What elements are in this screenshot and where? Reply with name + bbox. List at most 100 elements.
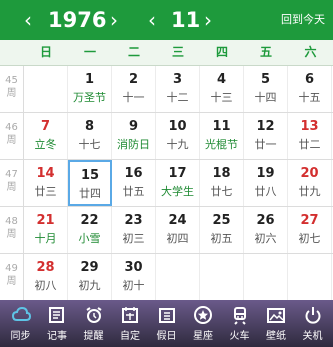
lunar-label: 廿九 bbox=[298, 185, 321, 198]
holiday-button[interactable]: 假日 bbox=[150, 300, 183, 347]
day-cell[interactable]: 2 十一 bbox=[112, 66, 156, 112]
week-row: 47 周 14 廿三 15 廿四 16 廿五 17 大学生 18 廿七 19 廿八 20 廿九 bbox=[0, 160, 333, 207]
day-number: 20 bbox=[300, 166, 319, 181]
day-cell[interactable]: 23 初三 bbox=[112, 207, 156, 253]
day-cell[interactable]: 7 立冬 bbox=[24, 113, 68, 159]
day-number: 4 bbox=[216, 72, 227, 87]
day-cell[interactable]: 21 十月 bbox=[24, 207, 68, 253]
lunar-label: 初十 bbox=[122, 279, 145, 292]
day-cell[interactable]: 10 十九 bbox=[156, 113, 200, 159]
weekday-header: 日 一 二 三 四 五 六 bbox=[0, 40, 333, 66]
day-number: 7 bbox=[40, 119, 51, 134]
lunar-label: 十一 bbox=[122, 91, 145, 104]
week-number: 46 周 bbox=[0, 113, 24, 159]
day-number: 22 bbox=[80, 213, 99, 228]
lunar-label: 光棍节 bbox=[205, 138, 238, 151]
shutdown-button[interactable]: 关机 bbox=[296, 300, 329, 347]
empty-cell bbox=[244, 254, 288, 300]
weekday-sun: 日 bbox=[39, 45, 52, 59]
day-number: 18 bbox=[212, 166, 231, 181]
wallpaper-button[interactable]: 壁纸 bbox=[260, 300, 293, 347]
week-row: 48 周 21 十月 22 小雪 23 初三 24 初四 25 初五 26 初六 27 初七 bbox=[0, 207, 333, 254]
bottom-toolbar: 同步 记事 提醒 自定 假日 星座 火车 壁纸 关机 bbox=[0, 300, 333, 347]
lunar-label: 消防日 bbox=[117, 138, 150, 151]
empty-cell bbox=[24, 66, 68, 112]
day-number: 1 bbox=[84, 72, 95, 87]
sync-button[interactable]: 同步 bbox=[4, 300, 37, 347]
day-cell[interactable]: 25 初五 bbox=[200, 207, 244, 253]
day-cell[interactable]: 8 十七 bbox=[68, 113, 112, 159]
day-number: 23 bbox=[124, 213, 143, 228]
day-number: 2 bbox=[128, 72, 139, 87]
day-cell[interactable]: 4 十三 bbox=[200, 66, 244, 112]
day-cell[interactable]: 26 初六 bbox=[244, 207, 288, 253]
reminder-button[interactable]: 提醒 bbox=[77, 300, 110, 347]
day-cell[interactable]: 28 初八 bbox=[24, 254, 68, 300]
note-button[interactable]: 记事 bbox=[41, 300, 74, 347]
prev-month-button[interactable]: ‹ bbox=[142, 0, 162, 40]
day-cell[interactable]: 30 初十 bbox=[112, 254, 156, 300]
day-cell[interactable]: 16 廿五 bbox=[112, 160, 156, 206]
weekday-mon: 一 bbox=[83, 45, 96, 59]
day-cell[interactable]: 1 万圣节 bbox=[68, 66, 112, 112]
day-number: 6 bbox=[304, 72, 315, 87]
day-cell[interactable]: 5 十四 bbox=[244, 66, 288, 112]
lunar-label: 十三 bbox=[210, 91, 233, 104]
day-cell[interactable]: 17 大学生 bbox=[156, 160, 200, 206]
day-cell[interactable]: 14 廿三 bbox=[24, 160, 68, 206]
train-button[interactable]: 火车 bbox=[223, 300, 256, 347]
day-cell[interactable]: 29 初九 bbox=[68, 254, 112, 300]
day-number: 5 bbox=[260, 72, 271, 87]
lunar-label: 廿三 bbox=[34, 185, 57, 198]
day-cell[interactable]: 15 廿四 bbox=[68, 160, 112, 206]
day-cell[interactable]: 11 光棍节 bbox=[200, 113, 244, 159]
train-label: 火车 bbox=[229, 331, 250, 342]
day-cell[interactable]: 6 十五 bbox=[288, 66, 332, 112]
day-number: 9 bbox=[128, 119, 139, 134]
lunar-label: 小雪 bbox=[78, 232, 101, 245]
day-number: 15 bbox=[80, 168, 100, 183]
day-cell[interactable]: 3 十二 bbox=[156, 66, 200, 112]
day-number: 26 bbox=[256, 213, 275, 228]
day-cell[interactable]: 27 初七 bbox=[288, 207, 332, 253]
week-row: 49 周 28 初八 29 初九 30 初十 bbox=[0, 254, 333, 301]
lunar-label: 廿四 bbox=[79, 187, 101, 200]
weekday-wed: 三 bbox=[171, 45, 184, 59]
back-to-today-button[interactable]: 回到今天 bbox=[281, 0, 325, 40]
lunar-label: 初六 bbox=[254, 232, 277, 245]
horoscope-label: 星座 bbox=[193, 331, 213, 342]
custom-label: 自定 bbox=[120, 331, 140, 342]
day-cell[interactable]: 22 小雪 bbox=[68, 207, 112, 253]
lunar-label: 十二 bbox=[166, 91, 189, 104]
day-cell[interactable]: 24 初四 bbox=[156, 207, 200, 253]
custom-button[interactable]: 自定 bbox=[114, 300, 147, 347]
day-number: 19 bbox=[256, 166, 275, 181]
star-icon bbox=[194, 306, 212, 324]
lunar-label: 十五 bbox=[298, 91, 321, 104]
day-cell[interactable]: 19 廿八 bbox=[244, 160, 288, 206]
empty-cell bbox=[200, 254, 244, 300]
lunar-label: 十月 bbox=[34, 232, 57, 245]
empty-cell bbox=[288, 254, 332, 300]
next-month-button[interactable]: › bbox=[198, 0, 218, 40]
weekday-thu: 四 bbox=[215, 45, 228, 59]
day-number: 3 bbox=[172, 72, 183, 87]
wallpaper-label: 壁纸 bbox=[266, 331, 286, 342]
day-cell[interactable]: 13 廿二 bbox=[288, 113, 332, 159]
next-year-button[interactable]: › bbox=[104, 0, 124, 40]
day-cell[interactable]: 9 消防日 bbox=[112, 113, 156, 159]
day-number: 21 bbox=[36, 213, 55, 228]
day-cell[interactable]: 18 廿七 bbox=[200, 160, 244, 206]
prev-year-button[interactable]: ‹ bbox=[18, 0, 38, 40]
day-cell[interactable]: 20 廿九 bbox=[288, 160, 332, 206]
horoscope-button[interactable]: 星座 bbox=[187, 300, 220, 347]
week-number: 47 周 bbox=[0, 160, 24, 206]
lunar-label: 十七 bbox=[78, 138, 101, 151]
note-label: 记事 bbox=[47, 331, 67, 342]
calendar-custom-icon bbox=[122, 307, 138, 323]
day-number: 17 bbox=[168, 166, 187, 181]
day-cell[interactable]: 12 廿一 bbox=[244, 113, 288, 159]
month-display[interactable]: 11 bbox=[171, 0, 200, 40]
year-display[interactable]: 1976 bbox=[48, 0, 106, 40]
lunar-label: 廿二 bbox=[298, 138, 321, 151]
